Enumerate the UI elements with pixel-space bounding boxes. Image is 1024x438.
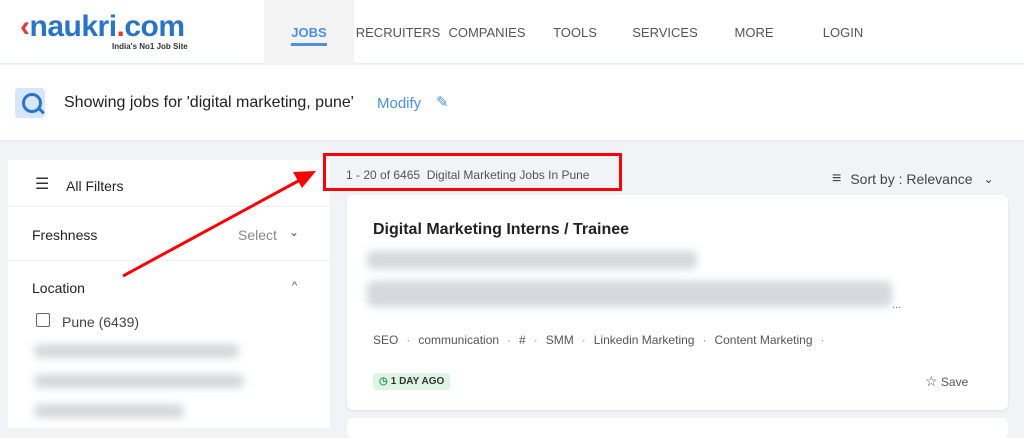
skill-tag: SMM [545,333,574,347]
skill-tag: communication [418,333,500,347]
description-ellipsis: ... [892,299,902,311]
skill-tag: SEO [373,333,399,347]
blurred-job-description [367,281,892,307]
chevron-down-icon: ⌄ [983,172,994,186]
history-icon: ◷ [379,376,388,387]
job-card[interactable]: Digital Marketing Interns / Trainee ... … [347,195,1008,410]
posted-label: 1 DAY AGO [390,376,445,387]
save-label: Save [940,375,969,389]
skill-tag: Content Marketing [714,333,813,347]
skill-tag: Linkedin Marketing [593,333,695,347]
job-title[interactable]: Digital Marketing Interns / Trainee [373,221,629,239]
next-job-card[interactable] [347,418,1008,438]
sort-label: Sort by : Relevance [850,171,973,187]
skill-tags: SEO · communication · # · SMM · Linkedin Mar… [373,333,825,347]
blurred-company-info [367,251,697,269]
skill-tag: # [519,333,526,347]
star-icon: ☆ [925,373,938,389]
sort-control[interactable]: ≡ Sort by : Relevance ⌄ [832,170,994,188]
sort-icon: ≡ [832,170,842,187]
posted-badge: ◷ 1 DAY AGO [373,373,451,390]
save-button[interactable]: ☆ Save [925,373,968,390]
